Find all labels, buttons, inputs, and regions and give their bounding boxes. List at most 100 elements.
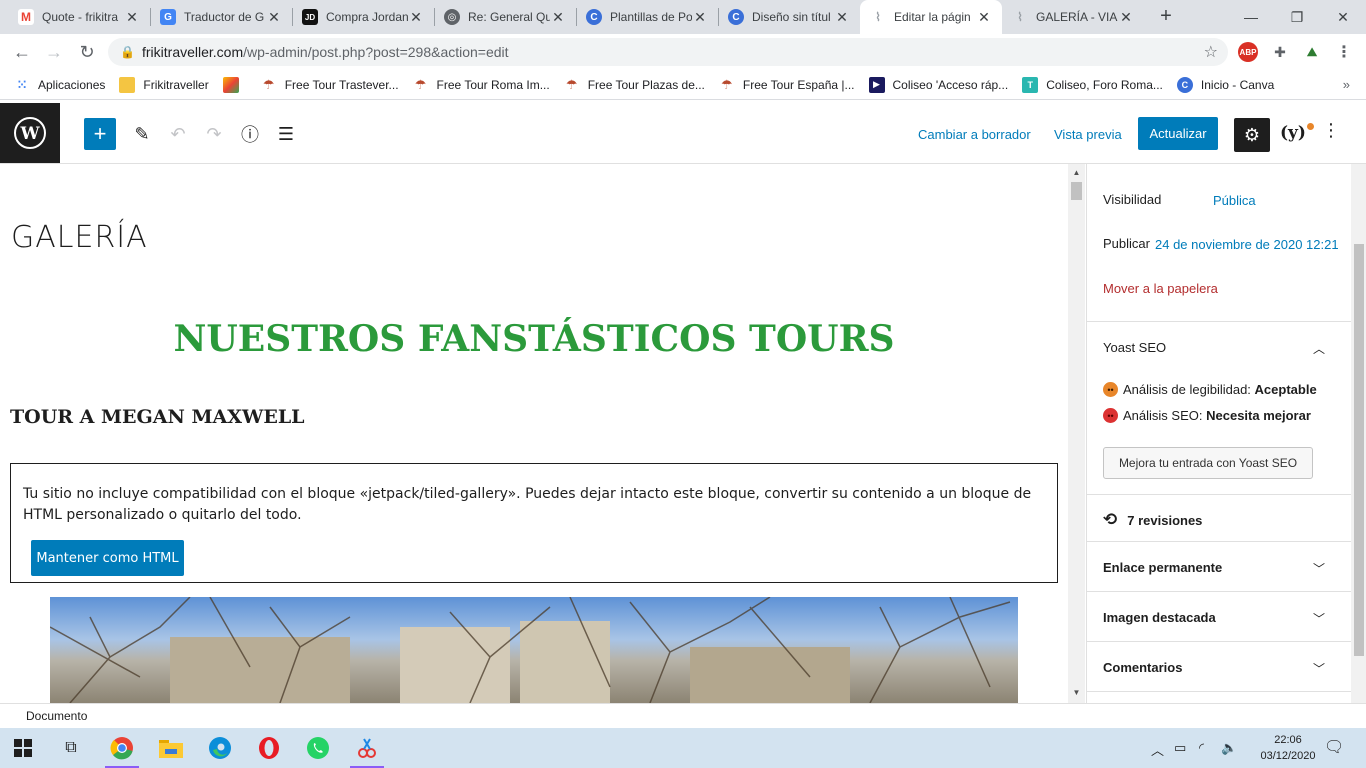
settings-gear-icon[interactable]: ⚙ [1234, 118, 1270, 152]
frikitraveller-icon: ⌇ [875, 10, 881, 24]
editor-scrollbar[interactable]: ▲ ▼ [1068, 164, 1085, 703]
post-title[interactable]: GALERÍA [11, 220, 148, 255]
new-tab-button[interactable]: + [1154, 5, 1178, 29]
window-close-icon[interactable]: ✕ [1320, 0, 1366, 34]
update-button[interactable]: Actualizar [1138, 117, 1218, 150]
close-icon[interactable]: ✕ [550, 9, 566, 26]
windows-start-icon[interactable] [0, 732, 46, 764]
browser-tab[interactable]: G Traductor de G ✕ [150, 0, 292, 34]
publish-date[interactable]: 24 de noviembre de 2020 12:21 [1155, 237, 1339, 252]
move-to-trash-link[interactable]: Mover a la papelera [1103, 281, 1218, 296]
chevron-down-icon[interactable]: ﹀ [1313, 560, 1325, 577]
more-bookmarks-icon[interactable]: » [1343, 77, 1350, 92]
adblock-plus-icon[interactable]: ABP [1238, 42, 1258, 62]
url-host: frikitraveller.com [142, 44, 244, 60]
restore-icon[interactable]: ❐ [1274, 0, 1320, 34]
sidebar-scroll-thumb[interactable] [1354, 244, 1364, 656]
close-icon[interactable]: ✕ [1118, 9, 1134, 26]
browser-tab[interactable]: ◎ Re: General Qu ✕ [434, 0, 576, 34]
chevron-down-icon[interactable]: ﹀ [1313, 610, 1325, 627]
browser-tab-active[interactable]: ⌇ Editar la págin ✕ [860, 0, 1002, 34]
featured-image-panel[interactable]: Imagen destacada [1103, 610, 1216, 625]
close-icon[interactable]: ✕ [124, 9, 140, 26]
bookmark-item[interactable]: ☂ Free Tour Trastever... [261, 77, 399, 93]
reload-icon[interactable]: ↻ [75, 40, 99, 64]
snipping-tool-icon[interactable] [344, 732, 390, 768]
task-view-icon[interactable]: ⧉ [48, 732, 94, 764]
keep-as-html-button[interactable]: Mantener como HTML [31, 540, 184, 576]
wifi-icon[interactable]: ◜ [1199, 740, 1204, 756]
extensions-puzzle-icon[interactable]: ✚ [1270, 42, 1290, 62]
browser-menu-icon[interactable]: ⋮ [1334, 42, 1354, 62]
seo-analysis[interactable]: •• Análisis SEO: Necesita mejorar [1103, 408, 1311, 423]
subheading-block[interactable]: TOUR A MEGAN MAXWELL [10, 406, 305, 428]
list-view-icon[interactable]: ☰ [270, 118, 302, 150]
bookmark-item[interactable] [222, 76, 247, 93]
bookmark-star-icon[interactable]: ☆ [1204, 42, 1218, 62]
improve-with-yoast-button[interactable]: Mejora tu entrada con Yoast SEO [1103, 447, 1313, 479]
visibility-value[interactable]: Pública [1213, 193, 1256, 208]
close-icon[interactable]: ✕ [976, 9, 992, 26]
more-options-icon[interactable]: ⋮ [1322, 120, 1340, 141]
edit-pencil-icon[interactable]: ✎ [126, 118, 158, 150]
preview-button[interactable]: Vista previa [1054, 127, 1122, 142]
scroll-thumb[interactable] [1071, 182, 1082, 200]
chevron-down-icon[interactable]: ﹀ [1313, 660, 1325, 677]
browser-tab[interactable]: C Plantillas de Po ✕ [576, 0, 718, 34]
forward-icon[interactable]: → [42, 40, 66, 64]
chevron-up-icon[interactable]: ︿ [1313, 340, 1325, 357]
profile-avatar-icon[interactable]: ⛰ [1302, 42, 1322, 62]
notifications-icon[interactable]: 🗨 [1324, 737, 1344, 757]
bookmark-item[interactable]: ▶ Coliseo 'Acceso ráp... [868, 76, 1008, 93]
readability-analysis[interactable]: •• Análisis de legibilidad: Aceptable [1103, 382, 1317, 397]
back-icon[interactable]: ← [10, 40, 34, 64]
browser-tab-strip: M Quote - frikitra ✕ G Traductor de G ✕ … [0, 0, 1366, 34]
file-explorer-icon[interactable] [148, 732, 194, 764]
whatsapp-icon[interactable] [295, 732, 341, 764]
permalink-panel[interactable]: Enlace permanente [1103, 560, 1222, 575]
bookmark-item[interactable]: T Coliseo, Foro Roma... [1022, 76, 1163, 93]
browser-tab[interactable]: ⌇ GALERÍA - VIA ✕ [1002, 0, 1144, 34]
minimize-icon[interactable]: — [1228, 0, 1274, 34]
info-icon[interactable]: ⓘ [234, 118, 266, 150]
bookmark-item[interactable]: ☂ Free Tour España |... [719, 77, 854, 93]
bookmark-item[interactable]: ☂ Free Tour Plazas de... [564, 77, 705, 93]
add-block-button[interactable]: + [84, 118, 116, 150]
seo-label: Análisis SEO: [1123, 408, 1203, 423]
redo-icon[interactable]: ↷ [198, 118, 230, 150]
revisions-link[interactable]: ⟲ 7 revisiones [1103, 510, 1202, 530]
browser-tab[interactable]: C Diseño sin títul ✕ [718, 0, 860, 34]
gallery-image[interactable] [50, 597, 1018, 703]
sidebar-scrollbar[interactable] [1351, 164, 1366, 703]
scroll-down-icon[interactable]: ▼ [1068, 688, 1085, 697]
tray-overflow-icon[interactable]: ︿ [1151, 740, 1164, 759]
close-icon[interactable]: ✕ [834, 9, 850, 26]
close-icon[interactable]: ✕ [408, 9, 424, 26]
opera-icon[interactable] [246, 732, 292, 764]
heading-block[interactable]: NUESTROS FANSTÁSTICOS TOURS [0, 318, 1068, 360]
bookmark-item[interactable]: ☂ Free Tour Roma Im... [413, 77, 550, 93]
bookmark-item[interactable]: ⁙ Aplicaciones [14, 77, 105, 93]
switch-to-draft-button[interactable]: Cambiar a borrador [918, 127, 1031, 142]
undo-icon[interactable]: ↶ [162, 118, 194, 150]
block-breadcrumb[interactable]: Documento [0, 703, 1366, 728]
system-clock[interactable]: 22:06 03/12/2020 [1258, 732, 1318, 764]
address-bar[interactable]: 🔒 frikitraveller.com/wp-admin/post.php?p… [108, 38, 1228, 66]
battery-icon[interactable]: ▭ [1174, 740, 1186, 756]
edge-icon[interactable] [197, 732, 243, 764]
browser-tab[interactable]: M Quote - frikitra ✕ [8, 0, 150, 34]
bookmark-item[interactable]: C Inicio - Canva [1176, 76, 1274, 93]
tab-title: Plantillas de Po [610, 10, 692, 24]
browser-tab[interactable]: JD Compra Jordan ✕ [292, 0, 434, 34]
bookmark-item[interactable]: Frikitraveller [119, 76, 209, 93]
scroll-up-icon[interactable]: ▲ [1068, 168, 1085, 177]
missing-block-warning[interactable]: Tu sitio no incluye compatibilidad con e… [10, 463, 1058, 583]
wordpress-logo-icon[interactable]: W [0, 103, 60, 163]
yoast-icon[interactable]: (y) [1280, 123, 1314, 143]
close-icon[interactable]: ✕ [266, 9, 282, 26]
close-icon[interactable]: ✕ [692, 9, 708, 26]
volume-icon[interactable]: 🔈 [1221, 740, 1237, 756]
chrome-icon[interactable] [99, 732, 145, 768]
comments-panel[interactable]: Comentarios [1103, 660, 1182, 675]
yoast-panel-title[interactable]: Yoast SEO [1103, 340, 1166, 355]
